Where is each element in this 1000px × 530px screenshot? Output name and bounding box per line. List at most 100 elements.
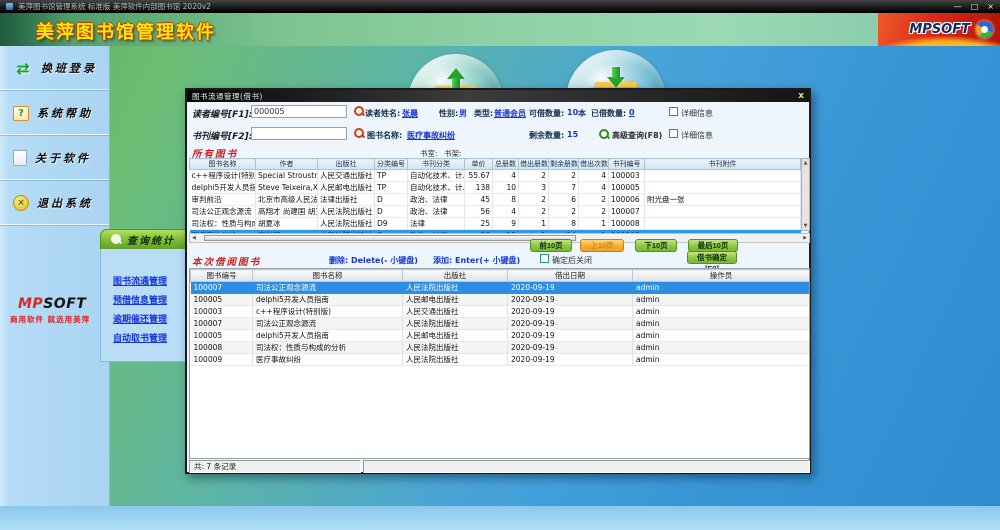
window-bottom-frame <box>0 506 1000 530</box>
dialog-title: 图书流通管理(借书) <box>192 91 263 102</box>
reader-id-input[interactable] <box>251 105 347 118</box>
table-cell: Special Stroustrup <box>256 170 318 182</box>
scroll-right-icon[interactable]: ▶ <box>803 235 807 241</box>
table-cell: D <box>375 194 408 206</box>
sidebar-item-exit[interactable]: × 退出系统 <box>0 181 109 226</box>
table-cell: 1 <box>579 218 609 230</box>
borrow-table-wrap: 图书编号图书名称出版社借出日期操作员100007司法公正观念源流人民法院出版社2… <box>189 268 810 459</box>
table-row[interactable]: 100009医疗事故纠纷人民法院出版社2020-09-19admin <box>191 354 810 366</box>
table-row[interactable]: c++程序设计(特别版)Special Stroustrup人民交通出版社TP自… <box>190 170 801 182</box>
sidebar-item-help[interactable]: ? 系统帮助 <box>0 91 109 136</box>
table-cell: 2020-09-19 <box>508 318 633 330</box>
table-cell: 25 <box>465 218 493 230</box>
scroll-down-icon[interactable]: ▼ <box>804 223 808 229</box>
table-row[interactable]: 100007司法公正观念源流人民法院出版社2020-09-19admin <box>191 282 810 294</box>
book-name-label: 图书名称: <box>367 130 402 141</box>
borrowed-link[interactable]: 0 <box>629 108 635 117</box>
close-icon[interactable]: × <box>987 0 994 13</box>
table-cell: 6 <box>549 194 579 206</box>
table-cell: 45 <box>465 194 493 206</box>
sidebar-item-shift-login[interactable]: ⇄ 换班登录 <box>0 46 109 91</box>
table-cell: 4 <box>579 182 609 194</box>
scroll-left-icon[interactable]: ◀ <box>192 235 196 241</box>
table-cell: 2 <box>579 194 609 206</box>
sidebar-item-label: 关于软件 <box>35 150 91 166</box>
first-pages-button[interactable]: 前10页 <box>530 239 572 252</box>
table-cell: 2020-09-19 <box>508 354 633 366</box>
table-row[interactable]: delphi5开发人员指南Steve Teixeira,Xavier人民邮电出版… <box>190 182 801 194</box>
table-cell: 1 <box>519 218 549 230</box>
book-id-label: 书刊编号[F2]: <box>192 129 252 142</box>
table-cell: 司法权：性质与构成的分析 <box>253 342 403 354</box>
table-row[interactable]: 司法公正观念源流高翔才 尚建国 胡玉英人民法院出版社D政治、法律56422210… <box>190 206 801 218</box>
reader-name-link[interactable]: 张晨 <box>402 108 418 119</box>
app-window: 美萍图书馆管理系统 标准版 美萍软件内部图书馆 2020v2 — □ × 美萍图… <box>0 0 1000 530</box>
restore-icon[interactable]: □ <box>971 0 979 13</box>
table-cell <box>645 218 801 230</box>
table-cell: admin <box>633 354 810 366</box>
table-row[interactable]: 100003c++程序设计(特别版)人民交通出版社2020-09-19admin <box>191 306 810 318</box>
dialog-titlebar[interactable]: 图书流通管理(借书) x <box>187 90 809 102</box>
sidebar-item-about[interactable]: 关于软件 <box>0 136 109 181</box>
dialog-close-icon[interactable]: x <box>798 91 804 101</box>
reader-id-label: 读者编号[F1]: <box>192 107 252 120</box>
table-row[interactable]: 司法权：性质与构成的分析胡夏冰人民法院出版社D9法律259181100008 <box>190 218 801 230</box>
close-after-checkbox[interactable] <box>540 254 549 263</box>
table-cell: 人民法院出版社 <box>403 342 508 354</box>
prev-pages-button[interactable]: 上10页 <box>580 239 624 252</box>
all-books-table: 图书名称作者出版社分类编号书刊分类单价总册数借出册数剩余册数借出次数书刊编号书刊… <box>189 158 801 242</box>
table-row[interactable]: 审判前沿北京市高级人民法院法律出版社D政治、法律458262100006附光盘一… <box>190 194 801 206</box>
reader-detail-label: 详细信息 <box>681 108 713 119</box>
main-area: ⇄ 换班登录 ? 系统帮助 关于软件 × 退出系统 查询统计 图书流通管理 预借… <box>0 46 1000 506</box>
table-cell: 7 <box>549 182 579 194</box>
table-cell: 100005 <box>191 294 253 306</box>
column-header: 出版社 <box>403 270 508 282</box>
book-id-input[interactable] <box>251 127 347 140</box>
vertical-scrollbar[interactable]: ▲ ▼ <box>801 158 810 231</box>
reader-search-icon[interactable] <box>354 106 365 117</box>
scrollbar-thumb[interactable] <box>204 235 576 241</box>
dialog-book-circulation: 图书流通管理(借书) x 读者编号[F1]: 读者姓名: 张晨 性别: 男 类型… <box>185 88 811 474</box>
minimize-icon[interactable]: — <box>954 0 962 13</box>
book-detail-checkbox[interactable] <box>669 129 678 138</box>
scroll-up-icon[interactable]: ▲ <box>804 160 808 166</box>
advanced-search-icon[interactable] <box>599 129 610 140</box>
column-header: 书刊附件 <box>645 159 801 170</box>
add-hint: 添加: Enter(+ 小键盘) <box>433 255 520 266</box>
table-cell: 政治、法律 <box>408 194 465 206</box>
reader-detail-checkbox[interactable] <box>669 107 678 116</box>
table-cell: 10 <box>493 182 519 194</box>
table-cell: 人民交通出版社 <box>403 306 508 318</box>
table-cell: D <box>375 206 408 218</box>
table-cell: admin <box>633 330 810 342</box>
borrow-confirm-button[interactable]: 借书确定[F9] <box>687 251 737 264</box>
table-cell: 100003 <box>191 306 253 318</box>
advanced-query-button[interactable]: 高级查询(F8) <box>612 130 662 141</box>
table-row[interactable]: 100008司法权：性质与构成的分析人民法院出版社2020-09-19admin <box>191 342 810 354</box>
table-row[interactable]: 100005delphi5开发人员指南人民邮电出版社2020-09-19admi… <box>191 294 810 306</box>
table-cell: admin <box>633 294 810 306</box>
type-label: 类型: <box>474 108 493 119</box>
table-cell: c++程序设计(特别版) <box>190 170 256 182</box>
book-search-icon[interactable] <box>354 128 365 139</box>
sidebar: ⇄ 换班登录 ? 系统帮助 关于软件 × 退出系统 <box>0 46 110 506</box>
unit-label: 本 <box>578 108 586 119</box>
gender-value: 男 <box>459 108 467 119</box>
book-name-link[interactable]: 医疗事故纠纷 <box>407 130 455 141</box>
table-cell: 4 <box>493 206 519 218</box>
dialog-statusbar: 共: 7 条记录 <box>189 460 810 473</box>
type-link[interactable]: 普通会员 <box>494 108 526 119</box>
table-row[interactable]: 100005delphi5开发人员指南人民邮电出版社2020-09-19admi… <box>191 330 810 342</box>
table-cell: 2 <box>519 170 549 182</box>
table-row[interactable]: 100007司法公正观念源流人民法院出版社2020-09-19admin <box>191 318 810 330</box>
table-cell: 2020-09-19 <box>508 342 633 354</box>
column-header: 书刊分类 <box>408 159 465 170</box>
table-cell: admin <box>633 342 810 354</box>
table-cell: 100005 <box>191 330 253 342</box>
table-cell: TP <box>375 170 408 182</box>
shift-login-icon: ⇄ <box>13 59 33 77</box>
table-cell: 胡夏冰 <box>256 218 318 230</box>
column-header: 单价 <box>465 159 493 170</box>
next-pages-button[interactable]: 下10页 <box>635 239 677 252</box>
table-cell: 2020-09-19 <box>508 294 633 306</box>
